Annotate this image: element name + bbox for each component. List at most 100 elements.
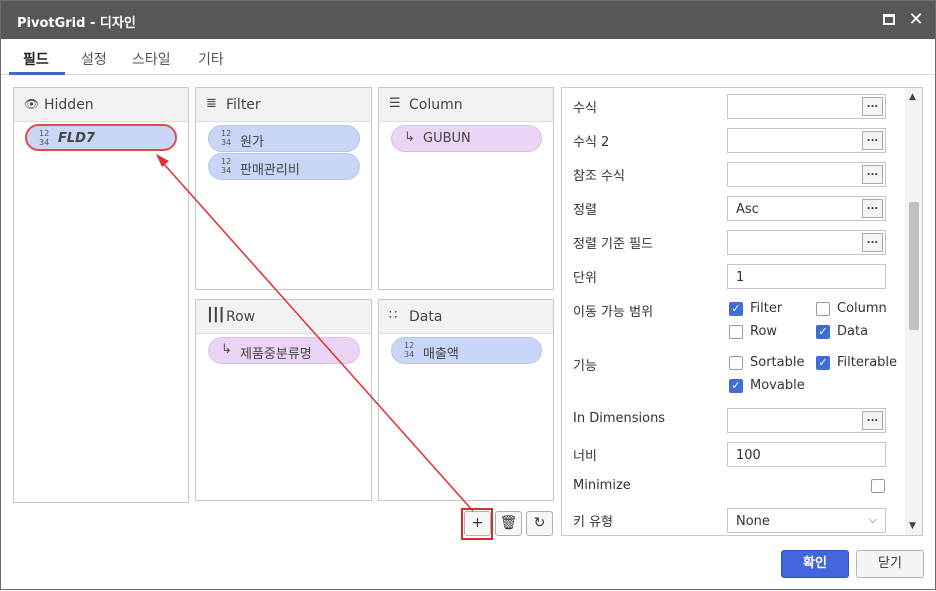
close-button[interactable]: 닫기 [856, 550, 924, 578]
tab-style[interactable]: 스타일 [132, 49, 171, 69]
data-panel-header: ∷ Data [379, 300, 553, 334]
checkbox-sortable-label: Sortable [750, 355, 805, 370]
checkbox-filterable[interactable]: ✓ [816, 356, 830, 370]
data-grid-icon: ∷ [389, 308, 398, 323]
checkbox-filter[interactable]: ✓ [729, 302, 743, 316]
filter-panel-header: ≣ Filter [196, 88, 371, 122]
sort-ellipsis-button[interactable]: ... [862, 199, 883, 218]
prop-label-width: 너비 [573, 449, 597, 464]
refresh-icon: ↻ [533, 515, 546, 531]
title-bar: PivotGrid - 디자인 ✕ [1, 1, 935, 39]
field-pill-label: 판매관리비 [240, 163, 300, 178]
in-dimensions-field[interactable]: ... [727, 408, 886, 433]
prop-label-move-range: 이동 가능 범위 [573, 305, 654, 320]
key-type-select[interactable]: None ⌵ [727, 508, 886, 533]
tab-settings[interactable]: 설정 [81, 49, 107, 69]
delete-field-button[interactable]: 🗑 [495, 511, 522, 536]
field-pill-cost[interactable]: 12 34 원가 [208, 125, 360, 152]
checkbox-filter-label: Filter [750, 301, 783, 316]
column-panel: ☰ Column ↳ GUBUN [378, 87, 554, 290]
checkbox-row[interactable] [729, 325, 743, 339]
row-panel-title: Row [226, 309, 256, 325]
prop-label-key-type: 키 유형 [573, 515, 614, 530]
prop-label-formula2: 수식 2 [573, 135, 610, 150]
ref-formula-field[interactable]: ... [727, 162, 886, 187]
sort-value: Asc [736, 202, 759, 217]
filter-panel: ≣ Filter 12 34 원가 12 34 판매관리비 [195, 87, 372, 290]
field-pill-sales[interactable]: 12 34 매출액 [391, 337, 542, 364]
data-panel-title: Data [409, 309, 443, 325]
tab-fields[interactable]: 필드 [23, 49, 49, 69]
add-field-button[interactable]: + [464, 511, 491, 536]
column-list-icon: ☰ [389, 96, 401, 111]
tab-bar: 필드 설정 스타일 기타 [1, 39, 935, 75]
field-pill-label: 매출액 [423, 347, 459, 362]
checkbox-filterable-label: Filterable [837, 355, 898, 370]
formula-field[interactable]: ... [727, 94, 886, 119]
formula-ellipsis-button[interactable]: ... [862, 97, 883, 116]
checkbox-data[interactable]: ✓ [816, 325, 830, 339]
checkbox-column[interactable] [816, 302, 830, 316]
refresh-button[interactable]: ↻ [526, 511, 553, 536]
checkbox-movable[interactable]: ✓ [729, 379, 743, 393]
field-pill-gubun[interactable]: ↳ GUBUN [391, 125, 542, 152]
checkbox-minimize[interactable] [871, 479, 885, 493]
filter-panel-title: Filter [226, 97, 261, 113]
scroll-up-icon[interactable]: ▲ [909, 92, 916, 102]
checkbox-movable-label: Movable [750, 378, 805, 393]
checkbox-column-label: Column [837, 301, 887, 316]
scroll-thumb[interactable] [909, 202, 919, 330]
sort-field[interactable]: Asc ... [727, 196, 886, 221]
ref-formula-ellipsis-button[interactable]: ... [862, 165, 883, 184]
field-pill-label: 제품중분류명 [240, 347, 312, 362]
tab-etc[interactable]: 기타 [198, 49, 224, 69]
row-bars-icon: ┃┃┃ [206, 308, 226, 323]
field-properties-panel: 수식 ... 수식 2 ... 참조 수식 ... 정렬 Asc ... 정렬 … [561, 87, 923, 536]
numeric-field-icon: 12 34 [404, 341, 415, 359]
checkbox-row-label: Row [750, 324, 778, 339]
formula2-field[interactable]: ... [727, 128, 886, 153]
unit-input[interactable]: 1 [727, 264, 886, 289]
field-pill-label: FLD7 [58, 131, 96, 146]
data-panel: ∷ Data 12 34 매출액 [378, 299, 554, 501]
maximize-icon[interactable] [879, 10, 899, 30]
pivotgrid-design-dialog: PivotGrid - 디자인 ✕ 필드 설정 스타일 기타 👁 Hidden … [0, 0, 936, 590]
properties-scrollbar[interactable]: ▲ ▼ [905, 88, 922, 535]
hidden-panel: 👁 Hidden 12 34 FLD7 [13, 87, 189, 503]
checkbox-sortable[interactable] [729, 356, 743, 370]
prop-label-sort: 정렬 [573, 203, 597, 218]
dimension-field-icon: ↳ [404, 130, 415, 145]
chevron-down-icon: ⌵ [868, 513, 877, 526]
field-pill-product-category[interactable]: ↳ 제품중분류명 [208, 337, 360, 364]
close-icon[interactable]: ✕ [906, 10, 926, 30]
field-pill-label: GUBUN [423, 131, 471, 146]
hidden-panel-title: Hidden [44, 97, 94, 113]
formula2-ellipsis-button[interactable]: ... [862, 131, 883, 150]
row-panel-header: ┃┃┃ Row [196, 300, 371, 334]
checkbox-data-label: Data [837, 324, 869, 339]
row-panel: ┃┃┃ Row ↳ 제품중분류명 [195, 299, 372, 501]
scroll-down-icon[interactable]: ▼ [909, 521, 916, 531]
field-pill-sga[interactable]: 12 34 판매관리비 [208, 153, 360, 180]
width-input[interactable]: 100 [727, 442, 886, 467]
prop-label-formula: 수식 [573, 101, 597, 116]
active-tab-indicator [9, 72, 65, 75]
window-title: PivotGrid - 디자인 [17, 16, 136, 31]
prop-label-features: 기능 [573, 359, 597, 374]
hidden-panel-header: 👁 Hidden [14, 88, 188, 122]
trash-icon: 🗑 [499, 515, 518, 531]
numeric-field-icon: 12 34 [221, 157, 232, 175]
field-pill-label: 원가 [240, 135, 264, 150]
numeric-field-icon: 12 34 [221, 129, 232, 147]
prop-label-ref-formula: 참조 수식 [573, 169, 625, 184]
prop-label-unit: 단위 [573, 271, 597, 286]
column-panel-title: Column [409, 97, 463, 113]
prop-label-sort-field: 정렬 기준 필드 [573, 237, 654, 252]
sort-by-ellipsis-button[interactable]: ... [862, 233, 883, 252]
prop-label-in-dimensions: In Dimensions [573, 411, 666, 426]
prop-label-minimize: Minimize [573, 478, 631, 493]
sort-by-field[interactable]: ... [727, 230, 886, 255]
field-pill-fld7[interactable]: 12 34 FLD7 [25, 124, 177, 151]
ok-button[interactable]: 확인 [781, 550, 849, 578]
in-dimensions-ellipsis-button[interactable]: ... [862, 411, 883, 430]
